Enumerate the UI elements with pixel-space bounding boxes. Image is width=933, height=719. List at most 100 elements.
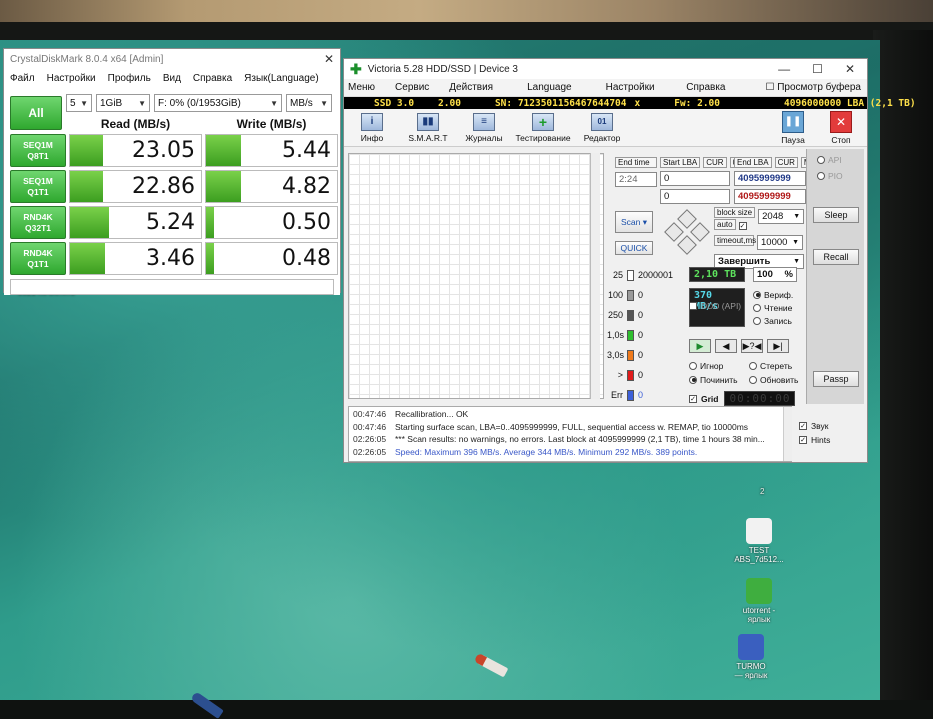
radio-icon[interactable] [753,303,761,312]
test-label-line1: SEQ1M [23,175,53,186]
scan-button[interactable]: Scan ▾ [615,211,653,233]
menu-buffer-view[interactable]: ☐ Просмотр буфера [765,82,861,93]
menu-settings[interactable]: Настройки [606,82,655,93]
menu-actions[interactable]: Действия [449,82,493,93]
quick-button[interactable]: QUICK [615,241,653,255]
start-lba-field-2[interactable]: 0 [660,189,730,204]
radio-icon[interactable] [753,316,761,325]
test-shortcut[interactable]: TEST ABS_7d512... [733,518,785,564]
pause-button[interactable]: ❚❚ Пауза [773,111,813,145]
end-lba-cur-button[interactable]: CUR [774,157,798,168]
navigation-pad[interactable] [664,209,710,255]
pio-option[interactable]: PIO [817,169,843,182]
skip-back-icon[interactable]: ▶?◀ [741,339,763,353]
menu-settings[interactable]: Настройки [41,73,102,84]
action-option[interactable]: Починить [689,373,749,386]
skip-end-icon[interactable]: ▶| [767,339,789,353]
action-option[interactable]: Стереть [749,359,809,372]
test-button[interactable]: RND4K Q1T1 [10,242,66,275]
arrow-down-icon[interactable] [677,235,697,255]
action-option[interactable]: Обновить [749,373,809,386]
menu-main[interactable]: Меню [348,82,375,93]
victoria-title: Victoria 5.28 HDD/SSD | Device 3 [367,63,518,75]
tab-testing[interactable]: + Тестирование [512,112,574,143]
close-icon[interactable]: ✕ [324,52,334,66]
test-icon: + [532,112,554,131]
test-button[interactable]: SEQ1M Q1T1 [10,170,66,203]
passp-button[interactable]: Passp [813,371,859,387]
finish-action-value: Завершить [718,256,771,267]
menu-service[interactable]: Сервис [395,82,429,93]
write-header: Write (MB/s) [236,117,307,131]
mode-option[interactable]: Вериф. [753,288,793,301]
ddd-api-checkbox[interactable] [689,302,697,310]
tab-journals[interactable]: ≡ Журналы [456,112,512,143]
action-label: Игнор [700,360,724,371]
end-time-field[interactable]: 2:24 [615,172,657,187]
radio-icon[interactable] [689,361,697,370]
device-serial-flag: x [634,97,641,109]
timeout-select[interactable]: 10000 ▼ [757,235,803,250]
utorrent-shortcut[interactable]: utorrent - ярлык [733,578,785,624]
sound-option[interactable]: ✓ Звук [799,419,830,433]
hints-option[interactable]: ✓ Hints [799,433,830,447]
radio-icon[interactable] [749,375,757,384]
legend-count: 0 [638,290,644,300]
auto-checkbox[interactable]: ✓ [738,222,747,230]
api-radio[interactable] [817,155,825,164]
radio-icon[interactable] [689,375,697,384]
sleep-button[interactable]: Sleep [813,207,859,223]
radio-icon[interactable] [753,290,761,299]
api-option[interactable]: API [817,153,842,166]
grid-checkbox[interactable]: ✓ [689,394,697,403]
menu-view[interactable]: Вид [157,73,187,84]
victoria-toolbar: i Инфо ▮▮ S.M.A.R.T ≡ Журналы + Тестиров… [344,109,867,147]
recall-button[interactable]: Recall [813,249,859,265]
hints-checkbox[interactable]: ✓ [799,436,807,444]
legend-item: 1,0s 0 [607,325,673,345]
victoria-titlebar[interactable]: ✚ Victoria 5.28 HDD/SSD | Device 3 — ☐ ✕ [344,59,867,79]
minimize-icon[interactable]: — [778,62,790,76]
menu-help[interactable]: Справка [187,73,238,84]
grid-option[interactable]: ✓ Grid [689,392,718,406]
read-bar [70,135,103,166]
tab-editor[interactable]: 01 Редактор [574,112,630,143]
cdm-titlebar[interactable]: CrystalDiskMark 8.0.4 x64 [Admin] ✕ [4,49,340,69]
pio-radio[interactable] [817,171,825,180]
play-icon[interactable]: ▶ [689,339,711,353]
end-lba-field[interactable]: 4095999999 [734,171,806,186]
close-icon[interactable]: ✕ [845,62,855,76]
grid-scrollbar[interactable] [590,153,600,399]
menu-language[interactable]: Язык(Language) [238,73,325,84]
sound-checkbox[interactable]: ✓ [799,422,807,430]
end-lba-field-2[interactable]: 4095999999 [734,189,806,204]
log-scrollbar[interactable] [783,407,792,461]
read-header: Read (MB/s) [100,117,171,131]
rewind-icon[interactable]: ◀ [715,339,737,353]
menu-help[interactable]: Справка [686,82,725,93]
menu-profile[interactable]: Профиль [102,73,157,84]
tab-info[interactable]: i Инфо [344,112,400,143]
maximize-icon[interactable]: ☐ [812,62,823,76]
mode-option[interactable]: Чтение [753,301,793,314]
test-button[interactable]: RND4K Q32T1 [10,206,66,239]
turmo-shortcut[interactable]: TURMO — ярлык [725,634,777,680]
arrow-up-icon[interactable] [677,209,697,229]
start-lba-cur-button[interactable]: CUR [703,157,727,168]
block-size-select[interactable]: 2048 ▼ [758,209,805,224]
menu-file[interactable]: Файл [4,73,41,84]
legend-count: 0 [638,390,644,400]
stop-button[interactable]: ✕ Стоп [821,111,861,145]
action-option[interactable]: Игнор [689,359,749,372]
arrow-right-icon[interactable] [690,222,710,242]
menu-language[interactable]: Language [527,82,572,93]
start-lba-field[interactable]: 0 [660,171,730,186]
radio-icon[interactable] [749,361,757,370]
icon-label-line2: ярлык [747,615,771,624]
mode-option[interactable]: Запись [753,314,793,327]
test-button[interactable]: SEQ1M Q8T1 [10,134,66,167]
icon-label-line2: — ярлык [734,671,768,680]
arrow-left-icon[interactable] [664,222,684,242]
tab-smart[interactable]: ▮▮ S.M.A.R.T [400,112,456,143]
read-value: 23.05 [132,138,195,163]
